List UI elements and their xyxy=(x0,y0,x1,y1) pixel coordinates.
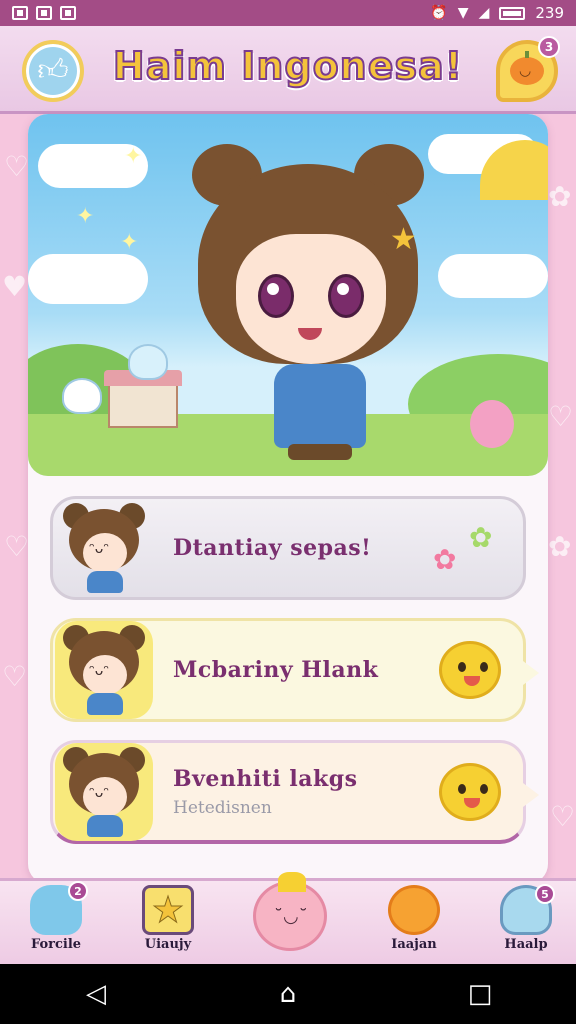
action-subtitle: Hetedisnen xyxy=(173,797,272,818)
notification-icon xyxy=(36,6,52,20)
action-label: Dtantiay sepas! xyxy=(173,535,372,561)
home-nav-icon[interactable]: ⌂ xyxy=(258,979,318,1009)
face xyxy=(236,234,386,364)
action-card-1[interactable]: Dtantiay sepas! ✿ ✿ xyxy=(50,496,526,600)
legs xyxy=(288,444,352,460)
body xyxy=(87,571,123,593)
heart-decor-icon: ♡ xyxy=(2,660,28,693)
nav-label: Haalp xyxy=(504,937,548,952)
chick-decor xyxy=(433,757,509,827)
status-time: 239 xyxy=(535,4,564,22)
cat-icon xyxy=(62,378,102,414)
flower-decor-icon: ✿ xyxy=(548,530,572,563)
main-card: ✦ ✦ ✦ ★ ᵔᴗᵔ Dtantiay sepas! ✿ ✿ ᵔᴗᵔ Mcba… xyxy=(28,114,548,884)
signal-icon: ◢ xyxy=(478,5,490,21)
sparkle-icon: ✦ xyxy=(76,204,95,229)
action-text: Mcbariny Hlank xyxy=(173,657,433,683)
notification-badge: 3 xyxy=(538,36,560,58)
body xyxy=(87,814,123,837)
home-mascot-icon xyxy=(253,872,327,951)
heart-decor-icon: ♡ xyxy=(548,400,574,433)
action-text: Bvenhiti lakgs Hetedisnen xyxy=(173,766,433,818)
sparkle-icon: ✦ xyxy=(120,230,139,255)
chick-icon xyxy=(439,641,501,699)
flower-icon: ✿ xyxy=(433,543,457,576)
nav-item-profile[interactable]: 2 Forcile xyxy=(14,881,98,963)
face xyxy=(83,655,127,695)
battery-icon xyxy=(499,6,526,20)
thumbs-up-icon: 👍︎ xyxy=(37,53,69,88)
notification-icon xyxy=(12,6,28,20)
hero-illustration: ✦ ✦ ✦ ★ xyxy=(28,114,548,476)
heart-decor-icon: ♡ xyxy=(4,150,30,183)
bottom-nav: 2 Forcile ★ Uiaujy Iaajan 5 Haalp xyxy=(0,872,576,964)
avatar xyxy=(55,499,153,597)
action-card-2[interactable]: Mcbariny Hlank xyxy=(50,618,539,722)
nav-badge: 5 xyxy=(535,884,555,904)
nav-item-home[interactable] xyxy=(248,872,332,959)
face xyxy=(83,533,127,573)
action-label: Bvenhiti lakgs xyxy=(173,765,358,792)
star-icon: ★ xyxy=(142,885,194,935)
mascot-character: ★ xyxy=(178,144,438,464)
page-title: Haim Ingonesa! xyxy=(112,43,464,89)
back-nav-icon[interactable]: ◁ xyxy=(66,979,126,1009)
profile-button[interactable]: 3 xyxy=(496,36,560,102)
flower-icon: ✿ xyxy=(469,521,493,554)
action-text: Dtantiay sepas! xyxy=(173,535,433,561)
cloud xyxy=(438,254,548,298)
app-header: 👍︎ Haim Ingonesa! 3 xyxy=(0,26,576,114)
recents-nav-icon[interactable]: □ xyxy=(450,979,510,1009)
status-right: ⏰ ▼ ◢ 239 xyxy=(430,4,564,22)
alarm-icon: ⏰ xyxy=(430,5,448,21)
action-card-3[interactable]: Bvenhiti lakgs Hetedisnen xyxy=(50,740,539,844)
house xyxy=(104,370,182,428)
eye xyxy=(328,274,364,318)
heart-decor-icon: ♡ xyxy=(550,800,576,833)
wifi-icon: ▼ xyxy=(457,5,469,21)
face xyxy=(83,776,127,817)
nav-label: Iaajan xyxy=(391,937,437,952)
nav-label: Forcile xyxy=(30,937,82,952)
avatar xyxy=(55,742,153,841)
nav-item-sun[interactable]: Iaajan xyxy=(372,885,456,963)
bear-icon xyxy=(470,400,514,448)
image-icon xyxy=(60,6,76,20)
avatar xyxy=(55,621,153,719)
status-bar: ⏰ ▼ ◢ 239 xyxy=(0,0,576,26)
nav-label: Uiaujy xyxy=(144,937,192,952)
heart-decor-icon: ♥ xyxy=(2,270,28,303)
mouth xyxy=(298,328,322,340)
star-glyph: ★ xyxy=(151,889,185,931)
status-left xyxy=(12,6,76,20)
chick-decor xyxy=(433,635,509,705)
chick-icon xyxy=(439,762,501,821)
body xyxy=(274,364,366,448)
nav-item-help[interactable]: 5 Haalp xyxy=(484,884,568,963)
pumpkin-icon xyxy=(510,51,544,85)
sparkle-icon: ✦ xyxy=(124,144,143,169)
action-label: Mcbariny Hlank xyxy=(173,657,379,683)
nav-badge: 2 xyxy=(68,881,88,901)
flower-decor-icon: ✿ xyxy=(548,180,572,213)
back-button[interactable]: 👍︎ xyxy=(22,40,84,102)
flowers-decor: ✿ ✿ xyxy=(433,513,509,583)
robot-icon: 2 xyxy=(30,881,88,935)
ghost-icon xyxy=(128,344,168,380)
star-hairclip-icon: ★ xyxy=(390,222,417,257)
nav-item-favorites[interactable]: ★ Uiaujy xyxy=(126,885,210,963)
body xyxy=(87,693,123,715)
heart-decor-icon: ♡ xyxy=(4,530,30,563)
system-nav-bar: ◁ ⌂ □ xyxy=(0,964,576,1024)
sun-icon xyxy=(388,885,440,935)
ghost-icon: 5 xyxy=(500,884,555,935)
cloud xyxy=(28,254,148,304)
eye xyxy=(258,274,294,318)
